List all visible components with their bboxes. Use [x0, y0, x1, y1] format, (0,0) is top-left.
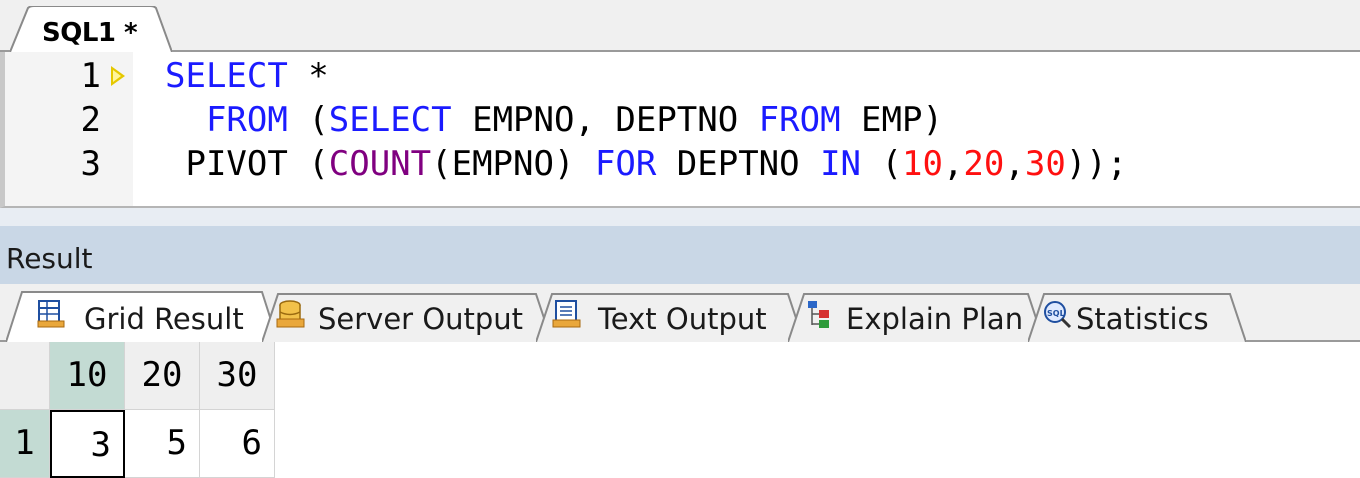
column-header[interactable]: 10: [50, 342, 125, 410]
line-number: 2: [80, 100, 101, 140]
svg-text:SQL: SQL: [1047, 309, 1065, 318]
tab-statistics[interactable]: SQL Statistics: [1028, 290, 1246, 342]
table-cell[interactable]: 6: [200, 410, 275, 478]
tab-text-output[interactable]: Text Output: [536, 290, 804, 342]
column-header[interactable]: 30: [200, 342, 275, 410]
tree-plan-icon: [806, 299, 836, 329]
table-cell[interactable]: 3: [50, 410, 125, 478]
sql-editor[interactable]: 1 SELECT * 2 FROM (SELECT EMPNO, DEPTNO …: [0, 52, 1360, 208]
grid-icon: [36, 299, 66, 329]
tab-explain-plan[interactable]: Explain Plan: [788, 290, 1044, 342]
table-cell[interactable]: 5: [125, 410, 200, 478]
code-text: SELECT *: [165, 56, 329, 96]
result-title: Result: [6, 242, 93, 275]
database-icon: [276, 299, 306, 329]
tab-label: Text Output: [598, 302, 767, 336]
sql-magnifier-icon: SQL: [1042, 299, 1072, 329]
line-number: 1: [80, 56, 101, 96]
tab-label: SQL1 *: [42, 18, 138, 48]
tab-grid-result[interactable]: Grid Result: [6, 290, 278, 342]
code-line-1: 1 SELECT *: [5, 54, 1355, 98]
tab-label: Grid Result: [84, 302, 244, 336]
code-text: PIVOT (COUNT(EMPNO) FOR DEPTNO IN (10,20…: [165, 144, 1128, 184]
tab-label: Statistics: [1076, 302, 1209, 336]
code-text: FROM (SELECT EMPNO, DEPTNO FROM EMP): [205, 100, 943, 140]
line-number: 3: [80, 144, 101, 184]
result-tab-bar: Grid Result Server Output Text Output Ex…: [0, 284, 1360, 342]
text-document-icon: [552, 299, 582, 329]
current-statement-arrow-icon: [111, 66, 125, 86]
code-line-3: 3 PIVOT (COUNT(EMPNO) FOR DEPTNO IN (10,…: [5, 142, 1355, 186]
tab-label: Server Output: [318, 302, 524, 336]
tab-sql1[interactable]: SQL1 *: [10, 6, 172, 52]
column-header[interactable]: 20: [125, 342, 200, 410]
code-line-2: 2 FROM (SELECT EMPNO, DEPTNO FROM EMP): [5, 98, 1355, 142]
editor-tab-bar: SQL1 *: [0, 0, 1360, 52]
tab-server-output[interactable]: Server Output: [262, 290, 552, 342]
splitter[interactable]: [0, 208, 1360, 226]
result-panel-header: Result: [0, 226, 1360, 284]
row-header[interactable]: 1: [0, 410, 50, 478]
tab-label: Explain Plan: [846, 302, 1024, 336]
grid-corner[interactable]: [0, 342, 50, 410]
